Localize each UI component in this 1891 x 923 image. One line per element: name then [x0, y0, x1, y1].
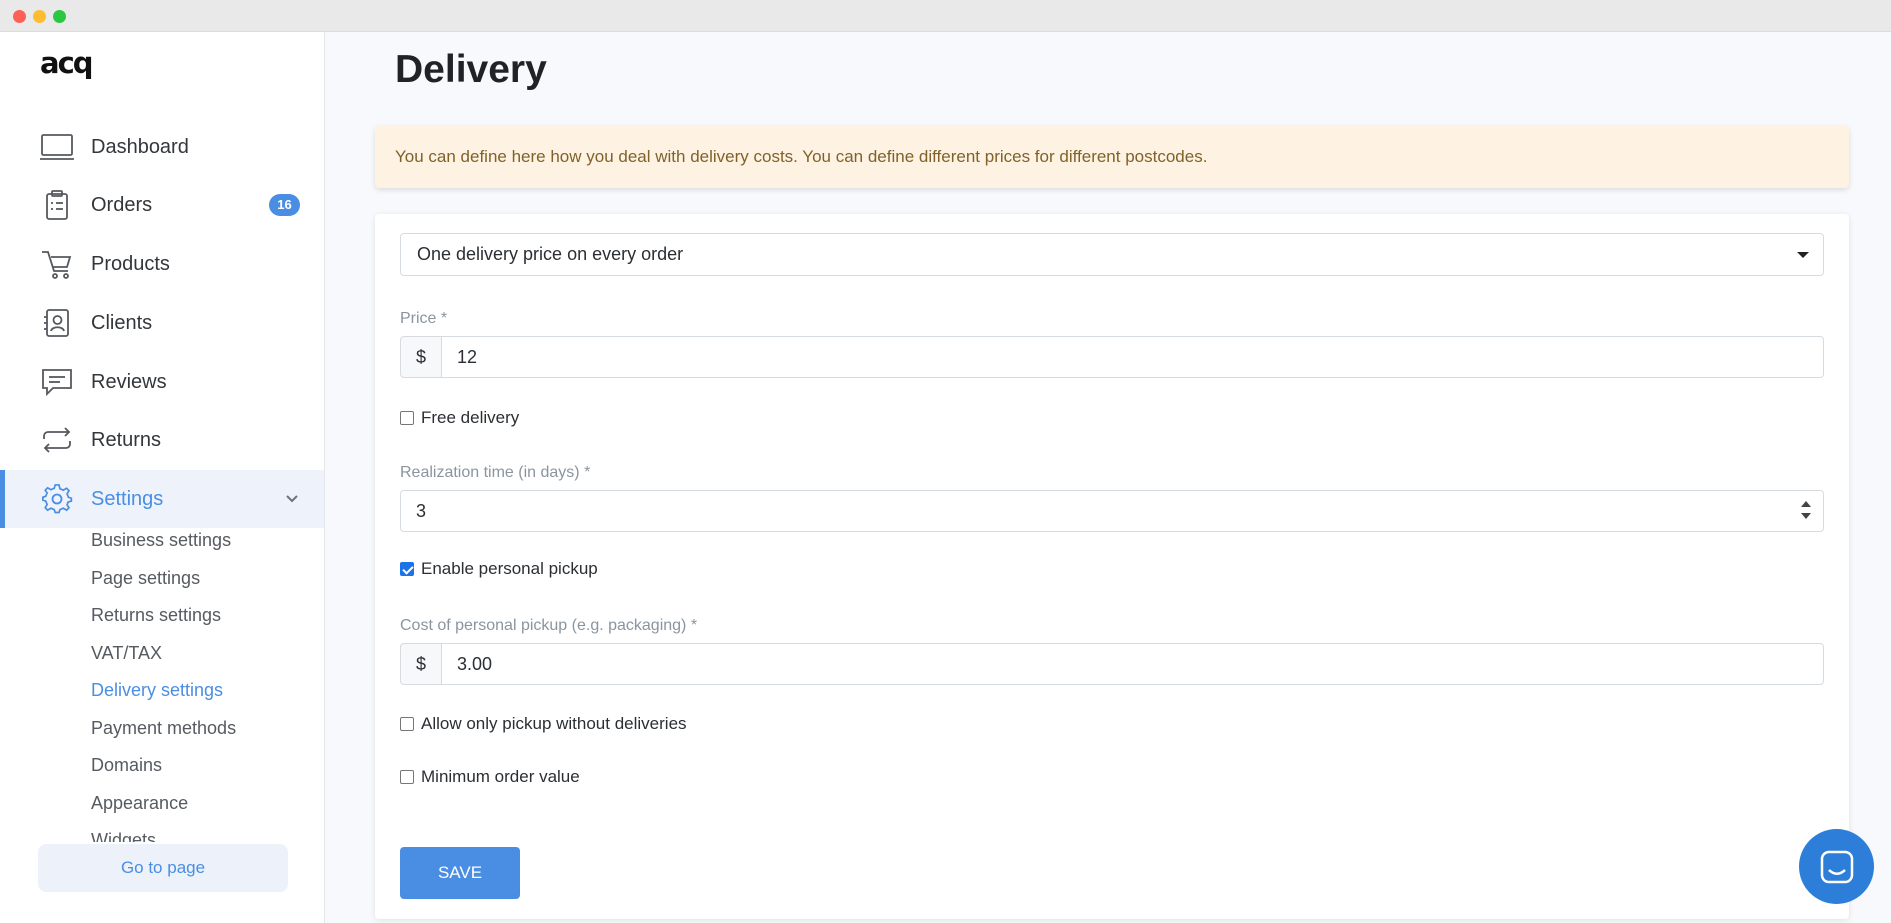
personal-pickup-checkbox[interactable]: Enable personal pickup [400, 559, 598, 579]
orders-count-badge: 16 [269, 194, 300, 216]
checkbox-unchecked[interactable] [400, 411, 414, 425]
monitor-icon [40, 132, 74, 162]
pickup-only-checkbox[interactable]: Allow only pickup without deliveries [400, 714, 687, 734]
maximize-window-button[interactable] [53, 10, 66, 23]
go-to-page-button[interactable]: Go to page [38, 844, 288, 892]
close-window-button[interactable] [13, 10, 26, 23]
price-input-group: $ 12 [400, 336, 1824, 378]
sidebar-item-products[interactable]: Products [0, 235, 324, 293]
subnav-appearance[interactable]: Appearance [91, 785, 321, 823]
delivery-mode-value: One delivery price on every order [417, 244, 684, 264]
contacts-icon [40, 308, 74, 338]
info-notice: You can define here how you deal with de… [375, 126, 1849, 188]
chevron-down-icon[interactable] [283, 490, 301, 508]
free-delivery-label: Free delivery [421, 408, 520, 427]
chat-launcher-button[interactable] [1799, 829, 1874, 904]
subnav-delivery-settings[interactable]: Delivery settings [91, 672, 321, 710]
page-title: Delivery [395, 48, 547, 91]
caret-down-icon [1797, 252, 1809, 258]
price-label: Price * [400, 310, 448, 327]
delivery-settings-card: One delivery price on every order Price … [375, 214, 1849, 919]
sidebar-item-orders[interactable]: Orders 16 [0, 176, 324, 234]
returns-icon [40, 425, 74, 455]
sidebar-item-label: Products [91, 252, 170, 275]
checkbox-unchecked[interactable] [400, 717, 414, 731]
number-spinner-icon[interactable] [1800, 500, 1812, 522]
window-titlebar [0, 0, 1891, 32]
save-button[interactable]: SAVE [400, 847, 520, 899]
sidebar-item-label: Dashboard [91, 135, 189, 158]
currency-addon: $ [400, 643, 441, 685]
sidebar-item-clients[interactable]: Clients [0, 294, 324, 352]
minimum-order-label: Minimum order value [421, 767, 580, 786]
minimum-order-checkbox[interactable]: Minimum order value [400, 767, 580, 787]
subnav-widgets[interactable]: Widgets [91, 822, 321, 842]
checkbox-unchecked[interactable] [400, 770, 414, 784]
settings-subnav: Business settings Page settings Returns … [91, 522, 321, 842]
logo[interactable]: acq [40, 46, 94, 80]
comment-icon [40, 367, 74, 397]
sidebar-item-dashboard[interactable]: Dashboard [0, 118, 324, 176]
subnav-business-settings[interactable]: Business settings [91, 522, 321, 560]
pickup-cost-input[interactable]: 3.00 [441, 643, 1824, 685]
sidebar-item-label: Settings [91, 487, 164, 510]
sidebar-item-returns[interactable]: Returns [0, 411, 324, 469]
free-delivery-checkbox[interactable]: Free delivery [400, 408, 519, 428]
pickup-cost-group: $ 3.00 [400, 643, 1824, 685]
subnav-page-settings[interactable]: Page settings [91, 560, 321, 598]
realization-time-input[interactable]: 3 [400, 490, 1824, 532]
clipboard-icon [40, 190, 74, 220]
sidebar-item-label: Returns [91, 428, 162, 451]
realization-time-group: 3 [400, 490, 1824, 532]
subnav-payment-methods[interactable]: Payment methods [91, 710, 321, 748]
sidebar-item-settings[interactable]: Settings [0, 470, 324, 528]
cart-icon [40, 249, 74, 279]
sidebar-item-label: Reviews [91, 370, 167, 393]
price-input[interactable]: 12 [441, 336, 1824, 378]
sidebar-item-label: Orders [91, 193, 153, 216]
realization-time-label: Realization time (in days) * [400, 464, 591, 481]
pickup-cost-label: Cost of personal pickup (e.g. packaging)… [400, 617, 698, 634]
personal-pickup-label: Enable personal pickup [421, 559, 598, 578]
minimize-window-button[interactable] [33, 10, 46, 23]
pickup-only-label: Allow only pickup without deliveries [421, 714, 687, 733]
subnav-domains[interactable]: Domains [91, 747, 321, 785]
sidebar-item-reviews[interactable]: Reviews [0, 353, 324, 411]
subnav-returns-settings[interactable]: Returns settings [91, 597, 321, 635]
delivery-mode-select[interactable]: One delivery price on every order [400, 233, 1824, 276]
main-content: Delivery You can define here how you dea… [326, 32, 1891, 923]
checkbox-checked[interactable] [400, 562, 414, 576]
sidebar-item-label: Clients [91, 311, 153, 334]
sidebar: acq Dashboard Orders 16 Products Clients… [0, 32, 325, 923]
gear-icon [40, 484, 74, 514]
chat-icon [1820, 850, 1854, 884]
currency-addon: $ [400, 336, 441, 378]
subnav-vat-tax[interactable]: VAT/TAX [91, 635, 321, 673]
